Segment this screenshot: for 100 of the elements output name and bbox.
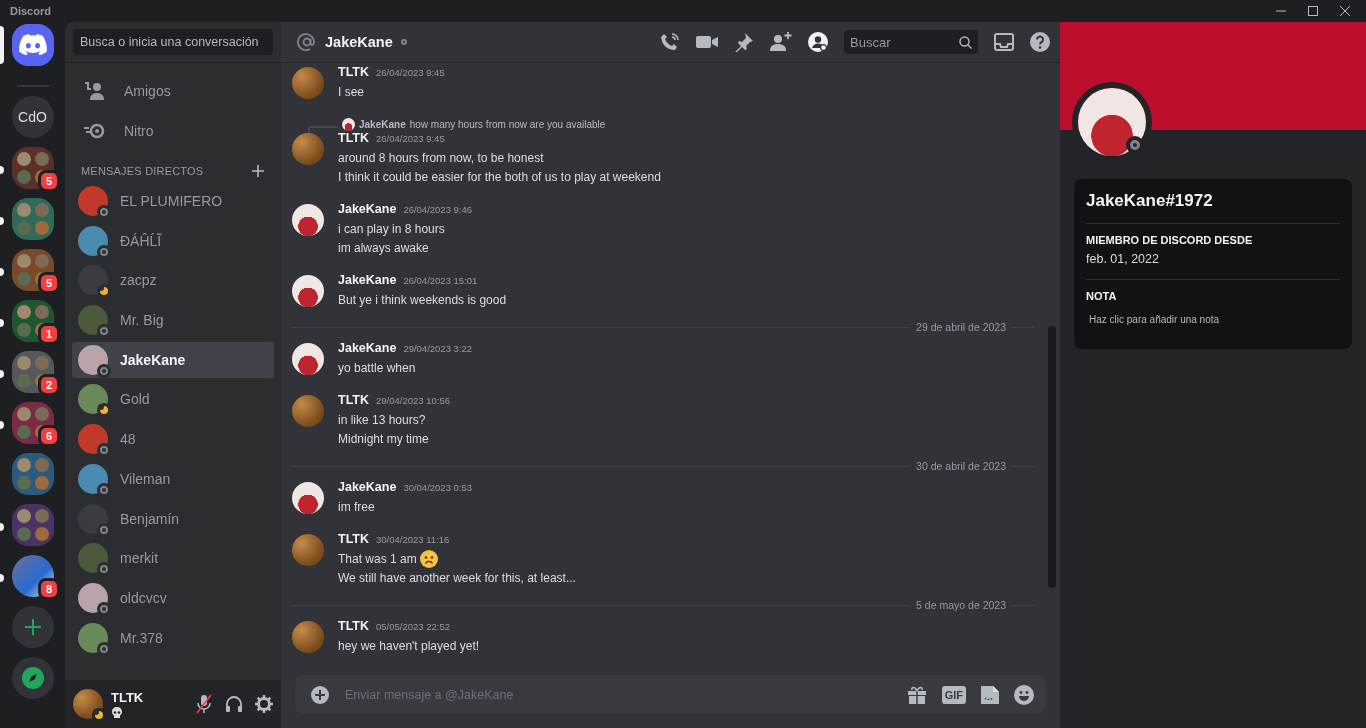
maximize-icon[interactable] (1308, 6, 1318, 16)
message-author[interactable]: JakeKane (338, 341, 397, 355)
nitro-icon (84, 123, 106, 139)
server-folder[interactable] (11, 249, 54, 291)
sad-face-icon (419, 549, 438, 568)
message-timestamp: 26/04/2023 9:46 (403, 204, 473, 215)
gift-icon[interactable] (906, 685, 927, 704)
message-timestamp: 26/04/2023 15:01 (403, 275, 478, 286)
avatar[interactable] (292, 204, 324, 236)
reply-line (308, 126, 338, 136)
message-timestamp: 30/04/2023 0:53 (403, 482, 473, 493)
message-author[interactable]: TLTK (338, 131, 369, 145)
date-divider: 5 de mayo de 2023 (916, 599, 1006, 611)
conversation-search-field[interactable]: Busca o inicia una conversación (73, 29, 273, 55)
notification-badge: 8 (38, 578, 60, 600)
server-folder[interactable] (11, 198, 54, 240)
reply-author[interactable]: JakeKane (359, 118, 406, 130)
help-icon[interactable] (1030, 32, 1050, 52)
message-author[interactable]: TLTK (338, 65, 369, 79)
at-sign-icon (297, 32, 317, 52)
add-server-button[interactable] (11, 606, 54, 648)
server-button[interactable]: CdO (11, 96, 54, 138)
add-friend-icon[interactable] (770, 32, 792, 52)
sticker-icon[interactable] (981, 685, 999, 704)
avatar (78, 622, 108, 653)
inbox-icon[interactable] (994, 33, 1014, 51)
sidebar-item[interactable]: Amigos (72, 71, 274, 111)
message-text: around 8 hours from now, to be honest (338, 150, 544, 165)
search-field[interactable]: Buscar (844, 30, 978, 54)
message-timestamp: 29/04/2023 3:22 (403, 343, 473, 354)
message-author[interactable]: TLTK (338, 393, 369, 407)
plus-icon (23, 618, 42, 636)
avatar (78, 265, 108, 296)
explore-button[interactable] (11, 657, 54, 699)
avatar (78, 344, 108, 375)
avatar (78, 225, 108, 256)
gif-button[interactable]: GIF (941, 685, 966, 704)
direct-message-item[interactable]: zacpz (72, 262, 274, 299)
message-text: in like 13 hours? (338, 412, 426, 427)
plus-icon[interactable] (311, 685, 329, 704)
server-folder[interactable] (11, 351, 54, 393)
sidebar-item[interactable]: Nitro (72, 111, 274, 151)
smiley-icon[interactable] (1014, 684, 1034, 705)
member-since-date: feb. 01, 2022 (1086, 252, 1160, 266)
avatar[interactable] (292, 482, 324, 514)
message-author[interactable]: TLTK (338, 619, 369, 633)
avatar (78, 424, 108, 455)
server-picture[interactable] (11, 555, 54, 597)
user-profile-icon[interactable] (808, 32, 828, 52)
discord-home-button[interactable] (11, 24, 54, 66)
direct-message-item[interactable]: Gold (72, 381, 274, 418)
close-icon[interactable] (1340, 6, 1350, 16)
server-folder[interactable] (11, 300, 54, 342)
direct-message-item[interactable]: 48 (72, 421, 274, 458)
headphones-icon[interactable] (225, 695, 243, 713)
microphone-icon[interactable] (195, 694, 213, 714)
note-field[interactable]: Haz clic para añadir una nota (1086, 308, 1340, 325)
avatar (78, 582, 108, 613)
plus-icon[interactable] (252, 165, 264, 177)
message-author[interactable]: JakeKane (338, 273, 397, 287)
avatar[interactable] (292, 343, 324, 375)
search-icon (959, 35, 972, 49)
server-folder[interactable] (11, 147, 54, 189)
scrollbar[interactable] (1048, 326, 1056, 588)
direct-message-item[interactable]: oldcvcv (72, 579, 274, 616)
server-folder[interactable] (11, 402, 54, 444)
message-author[interactable]: JakeKane (338, 480, 397, 494)
direct-message-item[interactable]: Mr.378 (72, 619, 274, 656)
message-text: hey we haven't played yet! (338, 638, 480, 653)
user-avatar[interactable] (73, 689, 103, 719)
compass-icon (21, 667, 44, 689)
message-author[interactable]: JakeKane (338, 202, 397, 216)
phone-call-icon[interactable] (660, 32, 680, 52)
avatar[interactable] (292, 275, 324, 307)
message-timestamp: 29/04/2023 10:56 (376, 395, 450, 406)
pin-icon[interactable] (734, 32, 754, 52)
username: TLTK (111, 689, 144, 705)
avatar (78, 543, 108, 574)
direct-message-item[interactable]: ĐÁĤĹĨ (72, 222, 274, 259)
server-folder[interactable] (11, 453, 54, 495)
profile-avatar[interactable] (1078, 88, 1146, 156)
avatar (78, 503, 108, 534)
direct-message-item[interactable]: EL PLUMIFERO (72, 183, 274, 219)
message-timestamp: 05/05/2023 22:52 (376, 621, 450, 632)
video-camera-icon[interactable] (696, 34, 718, 50)
message-text: i can play in 8 hours (338, 221, 445, 236)
settings-icon[interactable] (255, 695, 273, 713)
direct-message-item[interactable]: Mr. Big (72, 302, 274, 339)
message-input[interactable]: Enviar mensaje a @JakeKane GIF (295, 675, 1046, 714)
direct-message-item[interactable]: Benjamín (72, 500, 274, 537)
server-folder[interactable] (11, 504, 54, 546)
direct-message-item[interactable]: Vileman (72, 460, 274, 497)
direct-message-item[interactable]: JakeKane (72, 341, 274, 378)
reply-text[interactable]: how many hours from now are you available (409, 118, 606, 130)
section-heading: MENSAJES DIRECTOS (81, 165, 204, 177)
skull-icon (111, 706, 123, 719)
direct-message-item[interactable]: merkit (72, 540, 274, 577)
message-text: I see (338, 84, 364, 99)
message-author[interactable]: TLTK (338, 532, 369, 546)
message-text: im free (338, 499, 375, 514)
